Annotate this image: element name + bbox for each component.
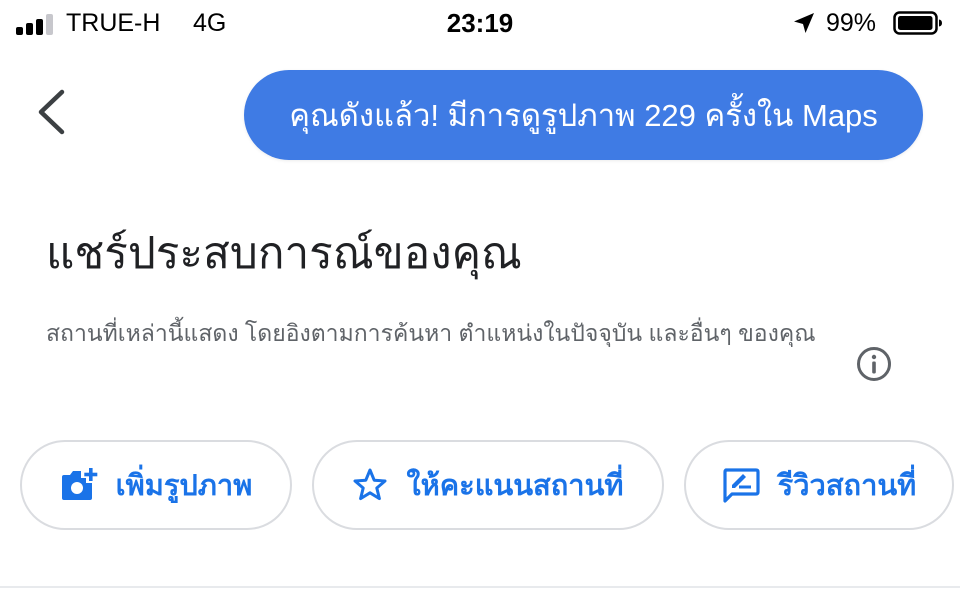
- rate-place-button[interactable]: ให้คะแนนสถานที่: [312, 440, 664, 530]
- page-title: แชร์ประสบการณ์ของคุณ: [46, 229, 522, 278]
- divider: [0, 586, 960, 588]
- add-photo-icon: [61, 468, 97, 500]
- add-photo-button[interactable]: เพิ่มรูปภาพ: [20, 440, 292, 530]
- signal-strength-icon: [16, 13, 53, 35]
- location-arrow-icon: [794, 13, 814, 33]
- status-bar: TRUE-H 4G 23:19 99%: [0, 0, 960, 48]
- add-photo-label: เพิ่มรูปภาพ: [115, 470, 253, 502]
- rate-review-icon: [723, 468, 760, 503]
- star-outline-icon: [353, 468, 387, 501]
- rate-place-label: ให้คะแนนสถานที่: [406, 470, 624, 502]
- page-description: สถานที่เหล่านี้แสดง โดยอิงตามการค้นหา ตำ…: [46, 320, 816, 346]
- battery-icon: [893, 11, 942, 35]
- action-chips: เพิ่มรูปภาพ ให้คะแนนสถานที่ รีวิวสถานที่: [0, 440, 960, 534]
- views-banner-text: คุณดังแล้ว! มีการดูรูปภาพ 229 ครั้งใน Ma…: [289, 98, 878, 133]
- carrier-name: TRUE-H: [66, 9, 161, 37]
- views-banner[interactable]: คุณดังแล้ว! มีการดูรูปภาพ 229 ครั้งใน Ma…: [244, 70, 923, 160]
- back-button[interactable]: [32, 86, 72, 138]
- battery-percent: 99%: [826, 9, 877, 37]
- network-type: 4G: [193, 9, 227, 37]
- info-icon[interactable]: [856, 346, 892, 382]
- review-place-label: รีวิวสถานที่: [777, 470, 917, 502]
- review-place-button[interactable]: รีวิวสถานที่: [684, 440, 954, 530]
